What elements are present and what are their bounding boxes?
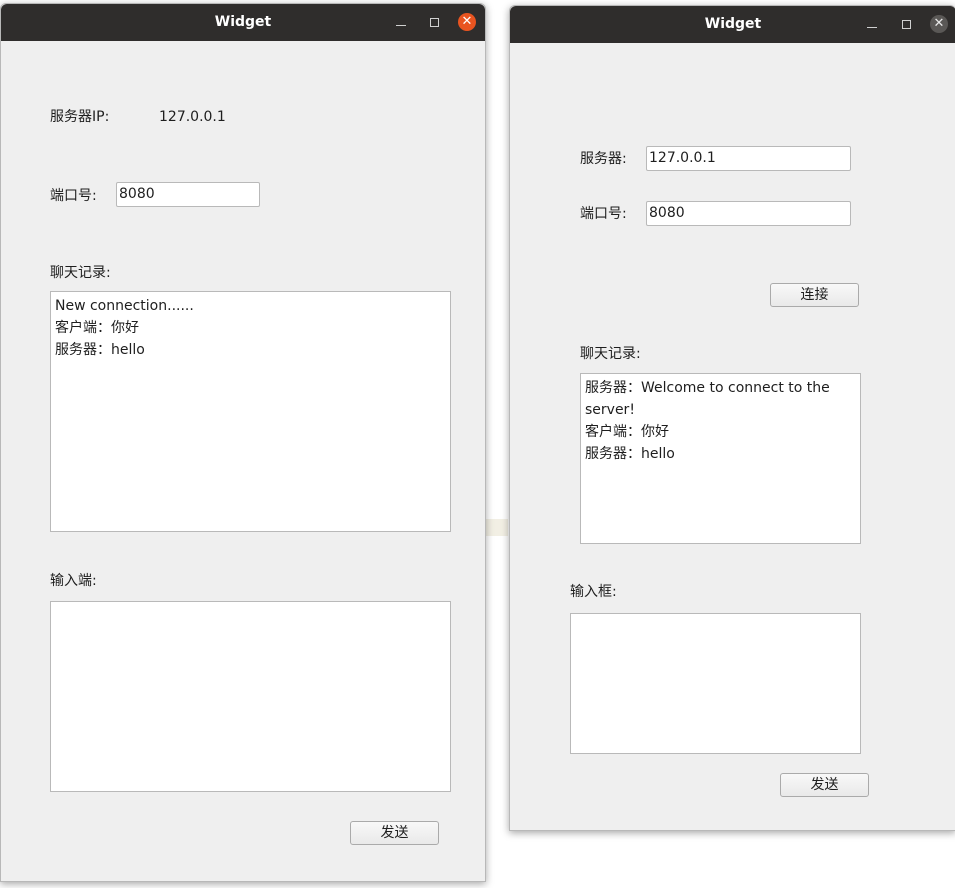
server-titlebar[interactable]: Widget ✕ [1,4,485,41]
chat-line: 服务器：hello [585,446,675,462]
server-ip-value: 127.0.0.1 [159,109,226,125]
client-titlebar[interactable]: Widget ✕ [510,6,955,43]
maximize-icon[interactable] [425,13,443,31]
input-label: 输入端: [50,573,97,589]
server-label: 服务器: [580,151,627,167]
chat-history-box[interactable]: 服务器：Welcome to connect to the server! 客户… [580,373,861,544]
connect-button[interactable]: 连接 [770,283,859,307]
chat-history-label: 聊天记录: [50,265,111,281]
server-address-input[interactable]: 127.0.0.1 [646,146,851,171]
chat-history-label: 聊天记录: [580,346,641,362]
close-icon[interactable]: ✕ [458,13,476,31]
chat-history-box[interactable]: New connection...... 客户端：你好 服务器：hello [50,291,451,532]
message-input[interactable] [50,601,451,792]
close-icon[interactable]: ✕ [930,15,948,33]
chat-line: 服务器：Welcome to connect to the [585,380,830,396]
port-input[interactable]: 8080 [646,201,851,226]
send-button[interactable]: 发送 [350,821,439,845]
chat-line: 服务器：hello [55,342,145,358]
port-label: 端口号: [50,188,97,204]
input-label: 输入框: [570,584,617,600]
server-ip-label: 服务器IP: [50,109,110,125]
client-window: Widget ✕ 服务器: 127.0.0.1 端口号: 8080 连接 聊天记… [509,5,955,831]
message-input[interactable] [570,613,861,754]
chat-line: 客户端：你好 [585,424,669,440]
background-strip [486,519,508,536]
server-window-title: Widget [214,14,272,30]
client-window-title: Widget [704,16,762,32]
maximize-icon[interactable] [897,15,915,33]
chat-line: server! [585,402,635,418]
chat-line: 客户端：你好 [55,320,139,336]
send-button[interactable]: 发送 [780,773,869,797]
port-label: 端口号: [580,206,627,222]
minimize-icon[interactable] [392,13,410,31]
minimize-icon[interactable] [863,15,881,33]
server-window: Widget ✕ 服务器IP: 127.0.0.1 端口号: 8080 聊天记录… [0,3,486,882]
port-input[interactable]: 8080 [116,182,260,207]
chat-line: New connection...... [55,298,194,314]
